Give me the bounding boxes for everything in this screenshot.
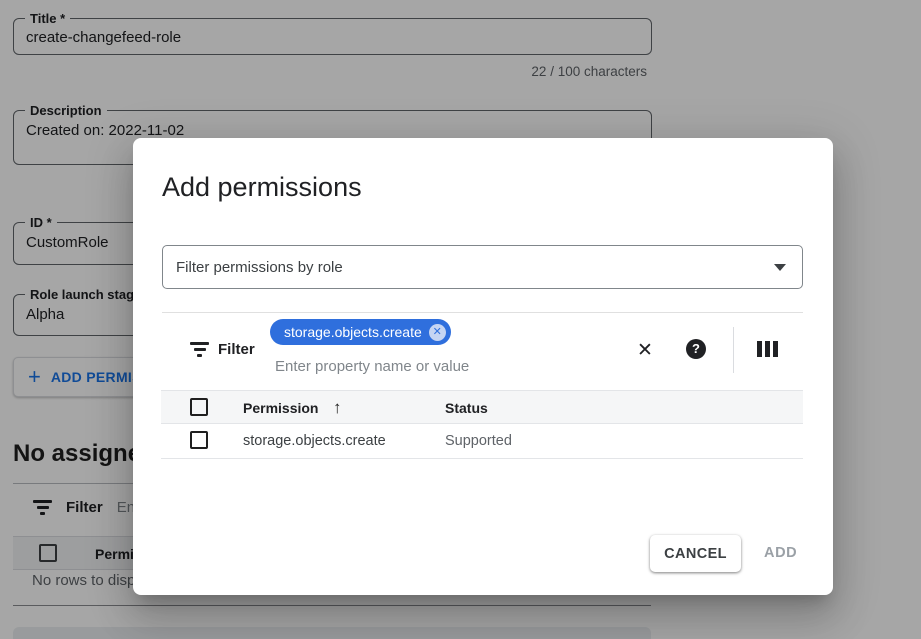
- chevron-down-icon: [774, 264, 786, 271]
- sort-ascending-icon[interactable]: ↑: [333, 398, 342, 418]
- screen: Title * create-changefeed-role 22 / 100 …: [0, 0, 921, 639]
- cancel-button[interactable]: CANCEL: [650, 535, 741, 572]
- modal-table-header: Permission ↑ Status: [161, 390, 803, 424]
- row-checkbox[interactable]: [190, 431, 208, 449]
- add-permissions-dialog: Add permissions Filter permissions by ro…: [133, 138, 833, 595]
- status-column-header: Status: [445, 400, 488, 416]
- permission-column-header[interactable]: Permission: [243, 400, 318, 416]
- column-display-icon[interactable]: [757, 341, 778, 357]
- select-all-checkbox[interactable]: [190, 398, 208, 416]
- help-icon[interactable]: ?: [686, 339, 706, 359]
- chip-remove-icon[interactable]: ✕: [429, 324, 446, 341]
- role-select-placeholder: Filter permissions by role: [176, 259, 774, 276]
- filter-chip-label: storage.objects.create: [284, 324, 422, 340]
- clear-filter-icon[interactable]: ✕: [637, 339, 653, 362]
- divider: [733, 327, 734, 373]
- add-button[interactable]: ADD: [764, 535, 797, 572]
- filter-permissions-by-role-select[interactable]: Filter permissions by role: [162, 245, 803, 289]
- status-cell: Supported: [445, 433, 512, 449]
- table-row[interactable]: storage.objects.create Supported: [161, 424, 803, 459]
- modal-filter-input[interactable]: Enter property name or value: [275, 358, 469, 375]
- divider: [162, 312, 803, 313]
- filter-chip[interactable]: storage.objects.create ✕: [270, 319, 451, 345]
- filter-icon: [190, 342, 209, 357]
- dialog-title: Add permissions: [162, 172, 362, 203]
- permission-cell: storage.objects.create: [243, 433, 386, 449]
- modal-filter-label: Filter: [218, 341, 255, 358]
